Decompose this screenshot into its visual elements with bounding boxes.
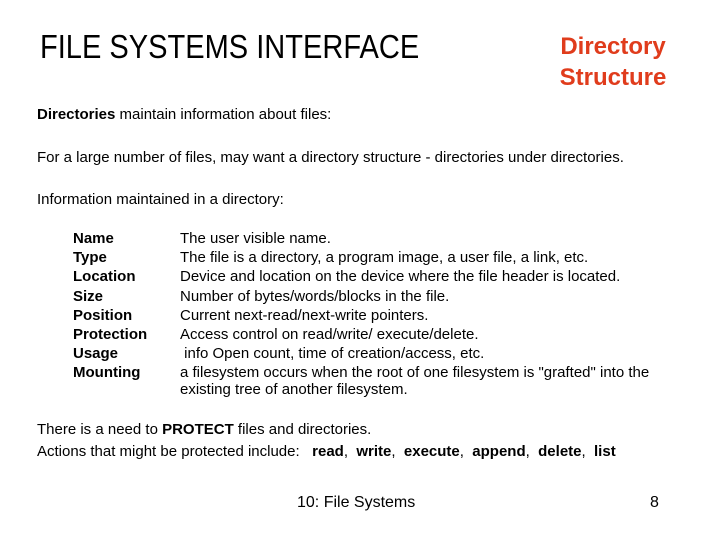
desc-name: The user visible name. [180,230,331,247]
directories-bold: Directories [37,106,116,123]
desc-position: Current next-read/next-write pointers. [180,306,429,324]
intro-paragraph-3: Information maintained in a directory: [37,191,284,208]
desc-usage: info Open count, time of creation/access… [180,345,485,363]
intro-p1-rest: maintain information about files: [115,106,332,123]
action-delete: delete [538,443,582,460]
term-name: Name [73,230,114,247]
slide-subtitle: Directory Structure [540,31,686,93]
desc-protection: Access control on read/write/ execute/de… [180,326,479,343]
action-list: list [594,443,616,460]
action-append: append [472,443,526,460]
slide-title: FILE SYSTEMS INTERFACE [40,28,420,65]
action-execute: execute [403,443,460,460]
protect-post: files and directories. [233,421,372,438]
intro-paragraph-2: For a large number of files, may want a … [37,149,624,166]
desc-location: Device and location on the device where … [180,268,621,286]
term-size: Size [73,287,104,305]
subtitle-line-1: Directory [560,33,666,60]
protect-line: There is a need to PROTECT files and dir… [37,421,371,438]
desc-mounting-cont: existing tree of another filesystem. [180,381,408,398]
term-protection: Protection [73,326,148,343]
desc-size: Number of bytes/words/blocks in the file… [180,287,450,305]
term-type: Type [73,249,107,267]
term-usage: Usage [73,345,119,363]
protect-pre: There is a need to [37,421,163,438]
actions-pre: Actions that might be protected include: [37,443,313,460]
action-write: write [356,443,392,460]
footer-chapter: 10: File Systems [297,494,416,511]
actions-line: Actions that might be protected include:… [37,443,616,460]
desc-type: The file is a directory, a program image… [180,249,589,267]
footer-page-number: 8 [650,494,659,511]
subtitle-line-2: Structure [559,64,667,91]
term-mounting: Mounting [73,364,141,382]
term-position: Position [73,306,133,324]
action-read: read [312,443,344,460]
term-location: Location [73,268,136,286]
protect-bold: PROTECT [162,421,234,438]
intro-paragraph-1: Directories maintain information about f… [37,106,331,123]
